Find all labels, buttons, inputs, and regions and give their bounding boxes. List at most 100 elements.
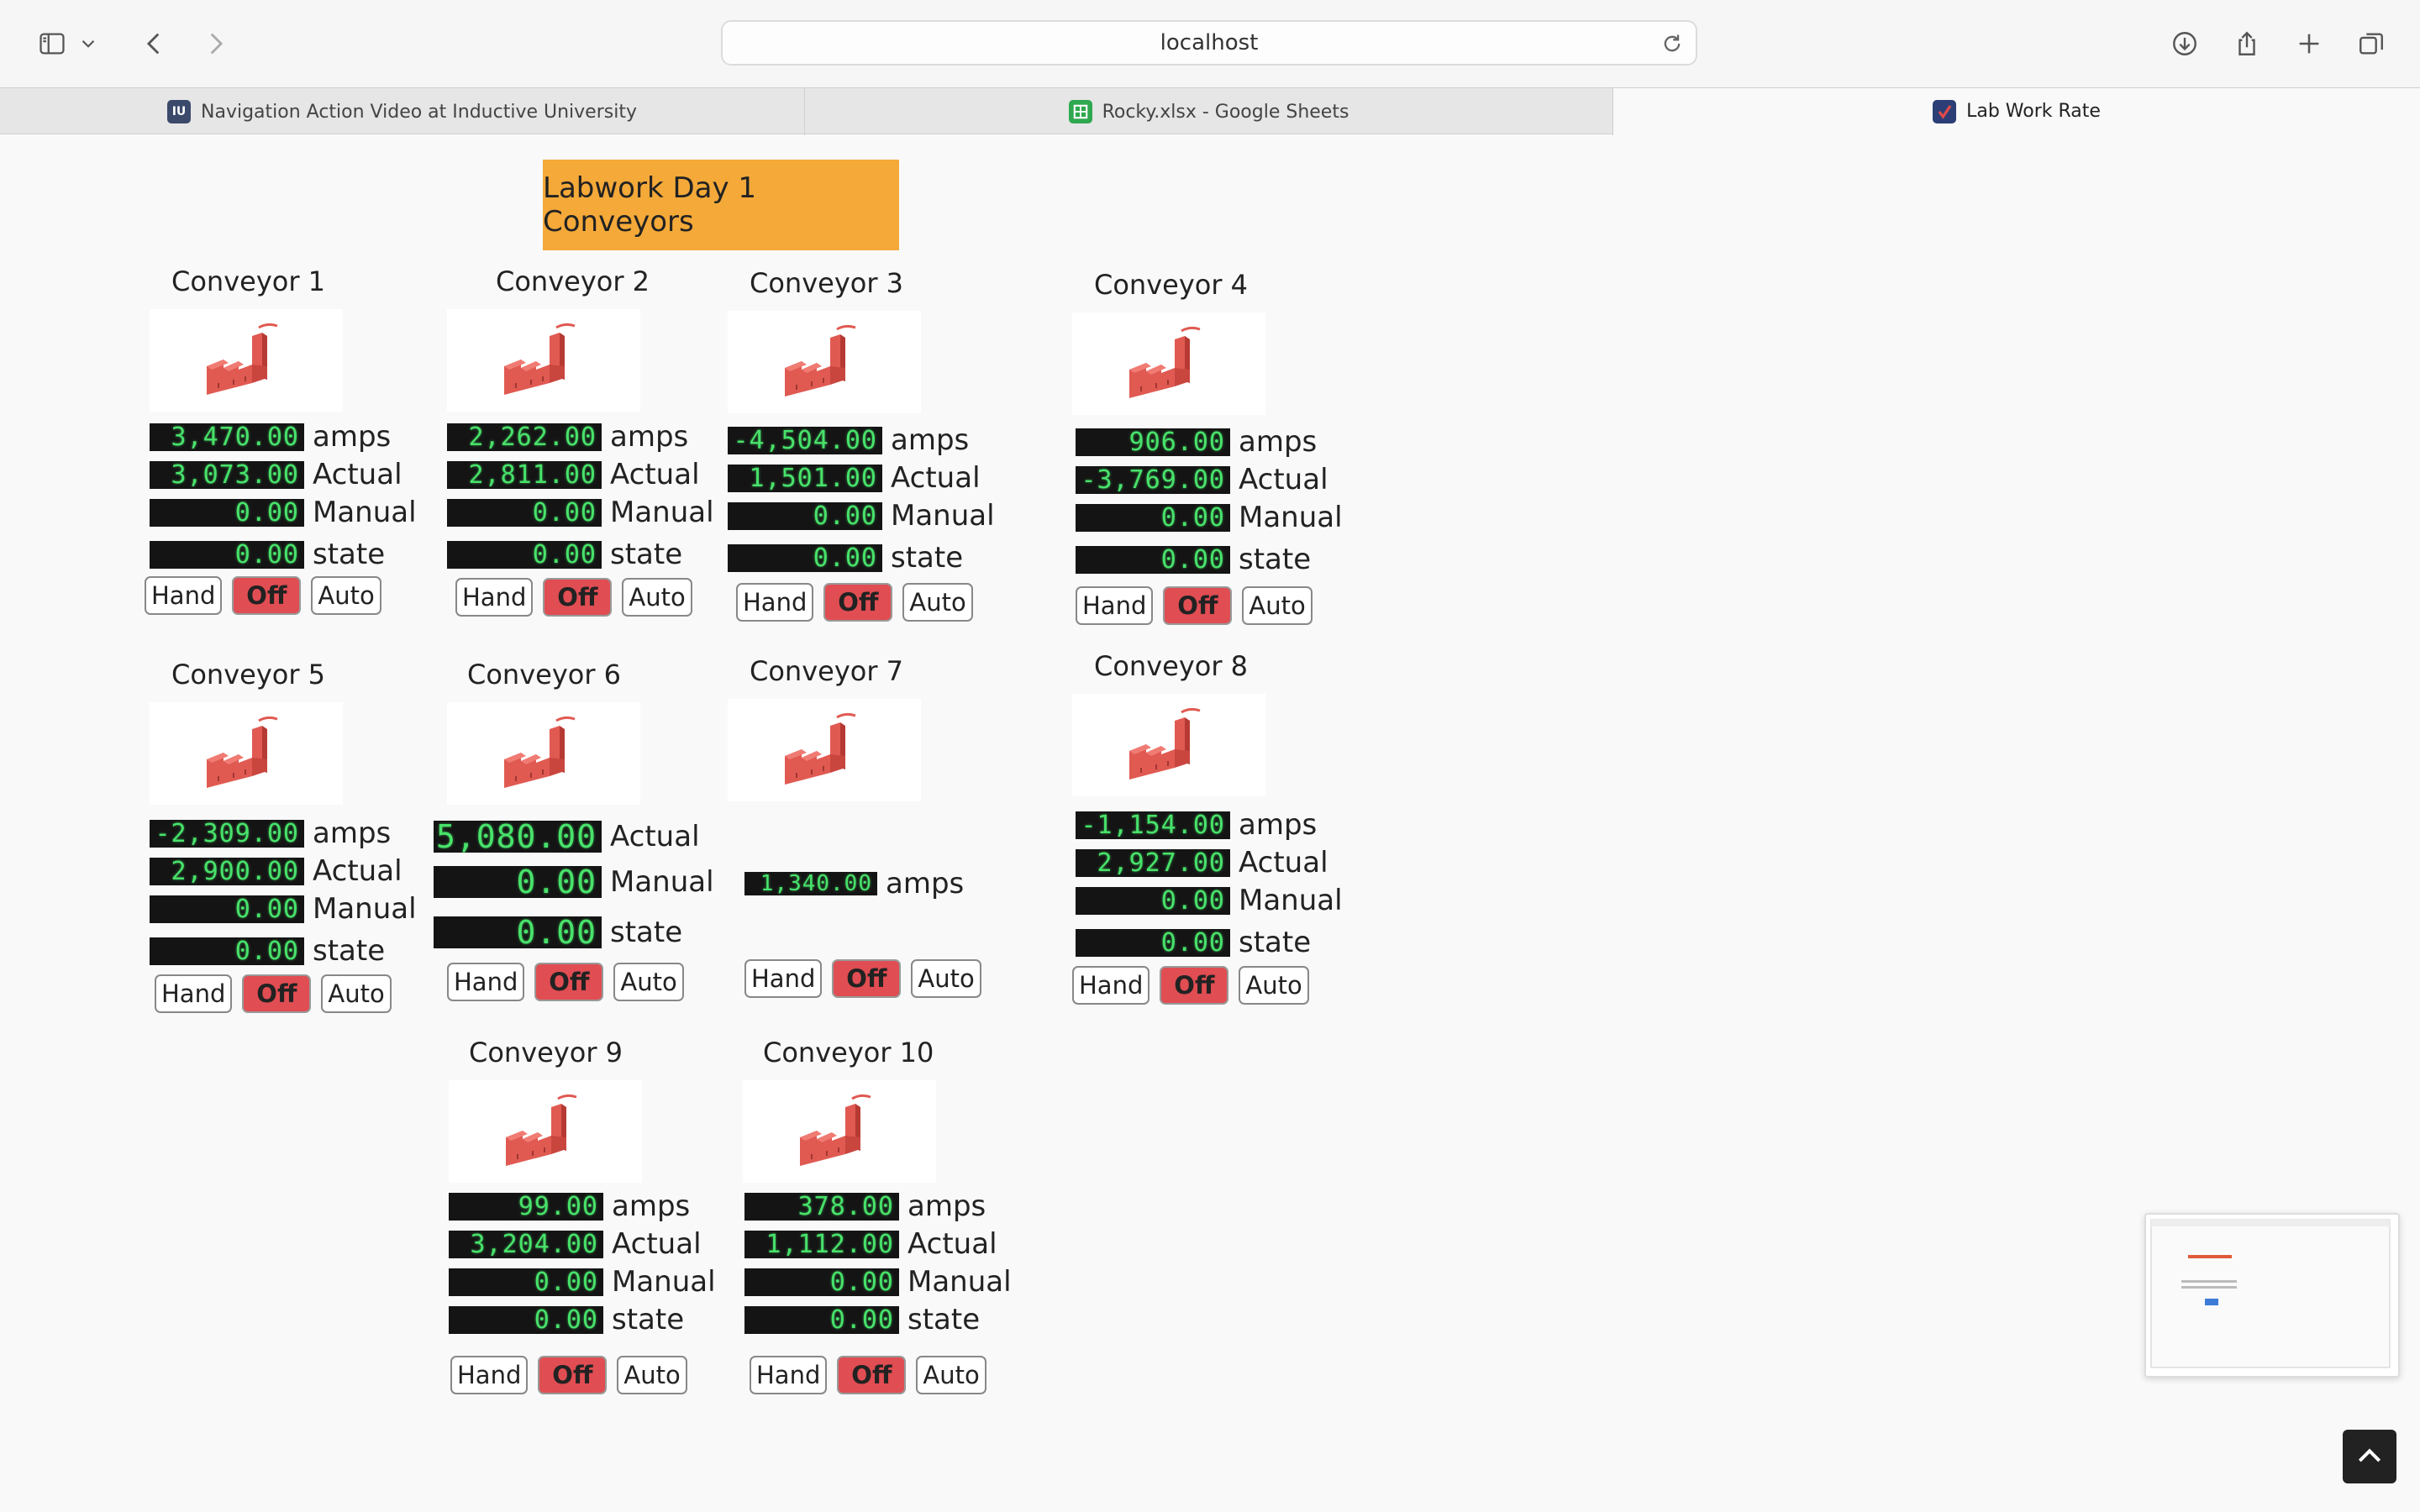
inductive-university-icon: IU	[167, 100, 191, 123]
off-button[interactable]: Off	[832, 959, 902, 998]
manual-label: Manual	[313, 892, 417, 926]
back-icon[interactable]	[134, 24, 175, 64]
share-icon[interactable]	[2227, 24, 2267, 64]
amps-display: 99.00	[449, 1192, 603, 1221]
reading-state: 0.00 state	[728, 541, 963, 575]
amps-label: amps	[891, 423, 970, 457]
off-button[interactable]: Off	[534, 963, 604, 1001]
reading-manual: 0.00 Manual	[447, 496, 714, 529]
reading-actual: 3,073.00 Actual	[150, 458, 402, 491]
state-display: 0.00	[744, 1305, 899, 1334]
auto-button[interactable]: Auto	[911, 959, 981, 998]
auto-button[interactable]: Auto	[902, 583, 973, 622]
address-bar[interactable]: localhost	[721, 20, 1697, 66]
amps-label: amps	[610, 420, 689, 454]
reading-amps: 99.00 amps	[449, 1189, 690, 1223]
reload-icon[interactable]	[1660, 32, 1684, 55]
off-button[interactable]: Off	[1160, 966, 1229, 1005]
manual-display: 0.00	[449, 1268, 603, 1296]
tab-google-sheets[interactable]: Rocky.xlsx - Google Sheets	[805, 88, 1613, 135]
state-label: state	[908, 1303, 981, 1336]
auto-button[interactable]: Auto	[1242, 586, 1313, 625]
forward-icon[interactable]	[195, 24, 235, 64]
tab-inductive-university[interactable]: IU Navigation Action Video at Inductive …	[0, 88, 805, 135]
actual-display: 2,927.00	[1076, 848, 1230, 877]
tab-bar: IU Navigation Action Video at Inductive …	[0, 87, 2420, 135]
amps-display: 1,340.00	[744, 872, 877, 895]
reading-actual: 1,112.00 Actual	[744, 1227, 997, 1261]
off-button[interactable]: Off	[837, 1356, 907, 1394]
off-button[interactable]: Off	[823, 583, 893, 622]
off-button[interactable]: Off	[1163, 586, 1233, 625]
tab-title: Lab Work Rate	[1966, 101, 2101, 122]
hand-button[interactable]: Hand	[750, 1356, 828, 1394]
amps-label: amps	[1239, 808, 1318, 842]
actual-label: Actual	[610, 458, 700, 491]
reading-state: 0.00 state	[434, 916, 682, 949]
mode-buttons: Hand Off Auto	[744, 959, 981, 998]
factory-icon	[800, 1094, 871, 1166]
tab-overview-icon[interactable]	[2351, 24, 2391, 64]
hand-button[interactable]: Hand	[455, 578, 534, 617]
amps-label: amps	[612, 1189, 691, 1223]
manual-display: 0.00	[728, 501, 882, 530]
off-button[interactable]: Off	[232, 576, 302, 615]
amps-display: -1,154.00	[1076, 811, 1230, 839]
reading-state: 0.00 state	[150, 934, 385, 968]
manual-display: 0.00	[447, 498, 602, 527]
actual-display: 3,204.00	[449, 1230, 603, 1258]
manual-display: 0.00	[1076, 886, 1230, 915]
new-tab-icon[interactable]	[2289, 24, 2329, 64]
auto-button[interactable]: Auto	[617, 1356, 687, 1394]
reading-actual: -3,769.00 Actual	[1076, 463, 1328, 496]
hand-button[interactable]: Hand	[1076, 586, 1154, 625]
hand-button[interactable]: Hand	[450, 1356, 529, 1394]
chevron-down-icon[interactable]	[77, 24, 99, 64]
hand-button[interactable]: Hand	[736, 583, 814, 622]
hand-button[interactable]: Hand	[145, 576, 223, 615]
reading-amps: -4,504.00 amps	[728, 423, 969, 457]
manual-display: 0.00	[434, 866, 602, 898]
scroll-to-top-button[interactable]	[2343, 1430, 2396, 1483]
auto-button[interactable]: Auto	[613, 963, 684, 1001]
auto-button[interactable]: Auto	[311, 576, 381, 615]
reading-actual: 3,204.00 Actual	[449, 1227, 702, 1261]
sheets-icon	[1068, 100, 1092, 123]
actual-label: Actual	[612, 1227, 702, 1261]
tab-lab-work-rate[interactable]: Lab Work Rate	[1613, 88, 2420, 135]
reading-amps: -2,309.00 amps	[150, 816, 391, 850]
mode-buttons: Hand Off Auto	[155, 974, 392, 1013]
manual-label: Manual	[313, 496, 417, 529]
auto-button[interactable]: Auto	[321, 974, 392, 1013]
reading-manual: 0.00 Manual	[1076, 884, 1343, 917]
hand-button[interactable]: Hand	[1072, 966, 1150, 1005]
actual-display: 1,501.00	[728, 464, 882, 492]
state-display: 0.00	[150, 937, 304, 965]
conveyor-name: Conveyor 5	[171, 659, 326, 690]
off-button[interactable]: Off	[543, 578, 613, 617]
actual-label: Actual	[908, 1227, 997, 1261]
factory-icon	[504, 323, 576, 395]
auto-button[interactable]: Auto	[916, 1356, 986, 1394]
state-label: state	[610, 538, 683, 571]
hand-button[interactable]: Hand	[155, 974, 233, 1013]
reading-amps: 378.00 amps	[744, 1189, 986, 1223]
amps-display: -4,504.00	[728, 426, 882, 454]
download-icon[interactable]	[2165, 24, 2205, 64]
sidebar-icon[interactable]	[32, 24, 72, 64]
off-button[interactable]: Off	[538, 1356, 608, 1394]
auto-button[interactable]: Auto	[622, 578, 692, 617]
conveyor-image	[150, 702, 343, 805]
auto-button[interactable]: Auto	[1239, 966, 1309, 1005]
hand-button[interactable]: Hand	[744, 959, 823, 998]
factory-icon	[1129, 326, 1201, 398]
hand-button[interactable]: Hand	[447, 963, 525, 1001]
actual-label: Actual	[313, 854, 402, 888]
page-preview-thumbnail[interactable]	[2144, 1213, 2400, 1378]
conveyor-image	[728, 311, 921, 413]
off-button[interactable]: Off	[242, 974, 312, 1013]
reading-state: 0.00 state	[447, 538, 682, 571]
conveyor-name: Conveyor 9	[469, 1037, 623, 1068]
state-display: 0.00	[449, 1305, 603, 1334]
state-label: state	[1239, 926, 1312, 959]
